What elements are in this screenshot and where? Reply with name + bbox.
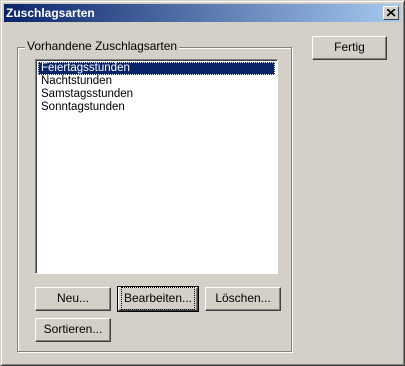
done-button-label: Fertig [334,40,365,54]
delete-button[interactable]: Löschen... [205,287,281,311]
group-label: Vorhandene Zuschlagsarten [25,39,180,53]
list-item[interactable]: Samstagsstunden [38,88,275,101]
list-item[interactable]: Feiertagsstunden [38,62,275,75]
types-listbox[interactable]: Feiertagsstunden Nachtstunden Samstagsst… [35,59,278,274]
new-button-label: Neu... [56,291,89,305]
new-button[interactable]: Neu... [35,287,111,311]
window-title: Zuschlagsarten [6,6,95,20]
sort-button-label: Sortieren... [43,322,103,336]
close-icon [387,9,396,17]
delete-button-label: Löschen... [215,291,271,305]
sort-button[interactable]: Sortieren... [35,318,111,342]
edit-button-label: Bearbeiten... [120,287,196,310]
list-item[interactable]: Nachtstunden [38,75,275,88]
done-button[interactable]: Fertig [312,36,387,60]
edit-button[interactable]: Bearbeiten... [117,286,199,312]
title-bar[interactable]: Zuschlagsarten [4,4,401,22]
list-item[interactable]: Sonntagstunden [38,101,275,114]
close-button[interactable] [383,6,399,20]
